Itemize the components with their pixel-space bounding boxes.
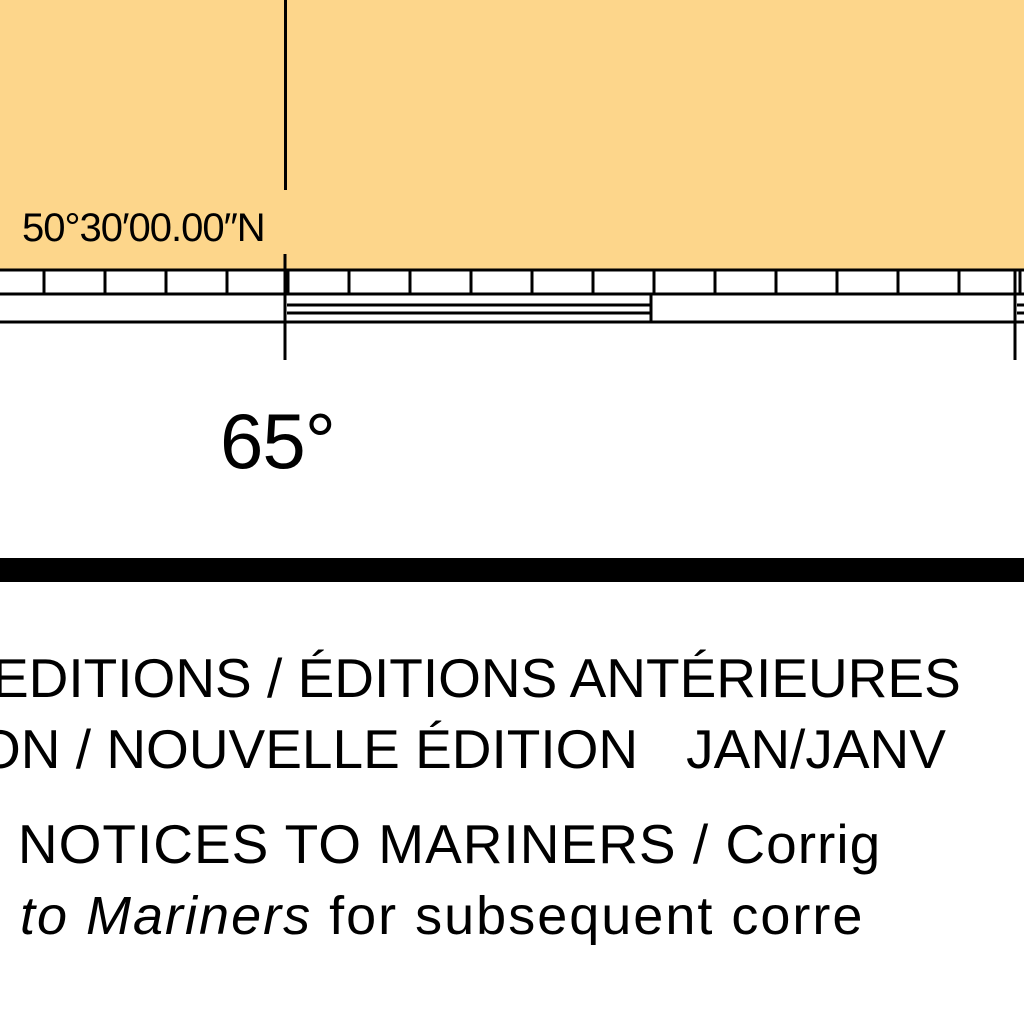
notices-italic: to Mariners: [20, 886, 313, 946]
notices-rest: for subsequent corre: [329, 886, 865, 946]
notices-heading: o NOTICES TO MARINERS / Corrig: [0, 813, 882, 875]
border-scale-ticks: [0, 254, 1024, 360]
notices-note: to Mariners for subsequent corre: [20, 889, 864, 943]
longitude-label: 65°: [220, 397, 336, 485]
new-edition-date: JAN/JANV: [686, 718, 946, 780]
meridian-line: [284, 0, 287, 190]
latitude-label: 50°30′00.00″N: [22, 206, 266, 250]
separator-rule: [0, 558, 1024, 582]
previous-editions-heading: EDITIONS / ÉDITIONS ANTÉRIEURES: [0, 647, 961, 709]
new-edition-label: ON / NOUVELLE ÉDITION: [0, 718, 639, 780]
new-edition-line: ON / NOUVELLE ÉDITION JAN/JANV: [0, 722, 946, 777]
chart-border-scale: [0, 254, 1024, 360]
